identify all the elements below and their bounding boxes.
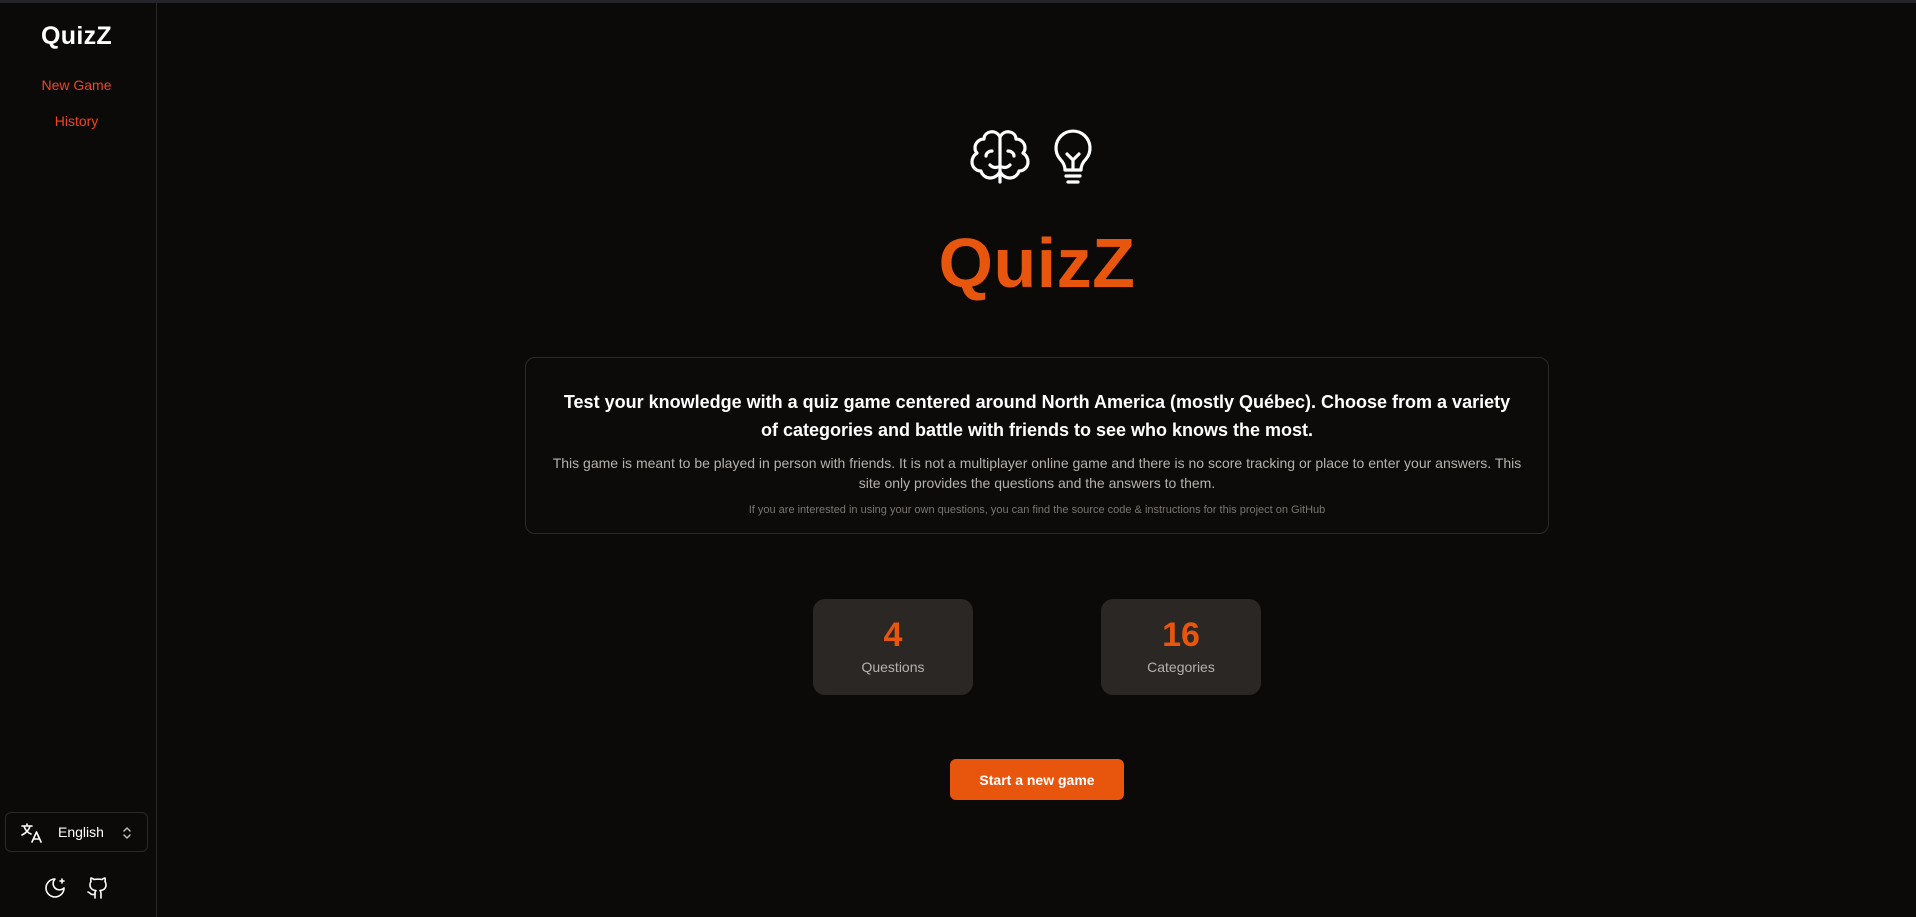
chevron-up-down-icon: [123, 827, 131, 839]
info-lead-text: Test your knowledge with a quiz game cen…: [563, 392, 1511, 440]
stat-categories-label: Categories: [1147, 659, 1215, 675]
stat-questions-label: Questions: [861, 659, 925, 675]
info-footnote-text: If you are interested in using your own …: [748, 504, 1326, 516]
nav-history-link[interactable]: History: [0, 113, 153, 129]
moon-icon[interactable]: [43, 876, 67, 900]
nav-new-game-link[interactable]: New Game: [0, 77, 153, 93]
stat-categories-card: 16 Categories: [1101, 599, 1261, 695]
sidebar: QuizZ New Game History English: [0, 3, 157, 917]
hero-title: QuizZ: [938, 224, 1136, 302]
info-card: Test your knowledge with a quiz game cen…: [525, 357, 1549, 534]
main-content: QuizZ Test your knowledge with a quiz ga…: [158, 3, 1916, 917]
github-icon[interactable]: [86, 876, 110, 900]
language-select[interactable]: English: [5, 812, 148, 852]
stat-questions-value: 4: [883, 616, 903, 654]
brain-icon: [970, 130, 1030, 184]
stat-questions-card: 4 Questions: [813, 599, 973, 695]
start-new-game-button[interactable]: Start a new game: [950, 759, 1124, 800]
hero-icons: [968, 126, 1108, 188]
lightbulb-icon: [1054, 129, 1092, 184]
info-body-text: This game is meant to be played in perso…: [552, 455, 1522, 491]
sidebar-brand[interactable]: QuizZ: [0, 22, 153, 51]
translate-icon: [21, 823, 42, 843]
language-label: English: [58, 824, 104, 840]
stat-categories-value: 16: [1162, 616, 1200, 654]
